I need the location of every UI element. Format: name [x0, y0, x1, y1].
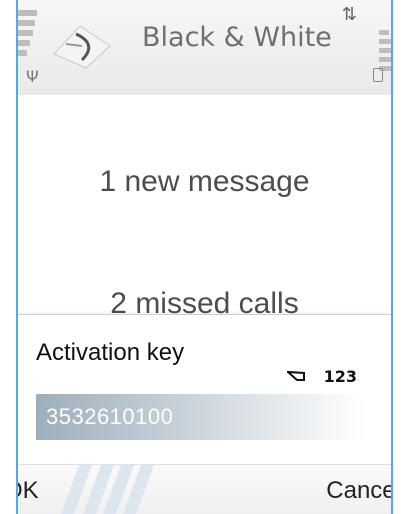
status-bar: Black & White ⇅ Ψ: [18, 0, 391, 96]
activation-key-dialog: Activation key 123 3532610100: [18, 314, 391, 465]
input-mode-indicator: 123: [323, 367, 357, 386]
new-message-notice[interactable]: 1 new message: [18, 165, 391, 199]
app-logo-icon: [53, 25, 111, 69]
pencil-icon: [287, 370, 305, 381]
ok-softkey[interactable]: OK: [18, 477, 39, 505]
data-arrows-icon: ⇅: [341, 4, 357, 25]
home-background: [18, 95, 391, 314]
softkey-bar: OK Cancel: [18, 464, 391, 514]
screen: Black & White ⇅ Ψ 1 new message 2 missed…: [16, 0, 393, 514]
antenna-icon: Ψ: [26, 67, 39, 86]
dialog-title: Activation key: [36, 339, 185, 366]
phone-frame: Black & White ⇅ Ψ 1 new message 2 missed…: [0, 0, 409, 514]
cancel-softkey[interactable]: Cancel: [326, 477, 391, 505]
app-title: Black & White: [142, 22, 332, 53]
activation-key-input[interactable]: 3532610100: [36, 394, 366, 440]
signal-bars-icon: [18, 10, 43, 70]
battery-icon: [373, 68, 383, 82]
